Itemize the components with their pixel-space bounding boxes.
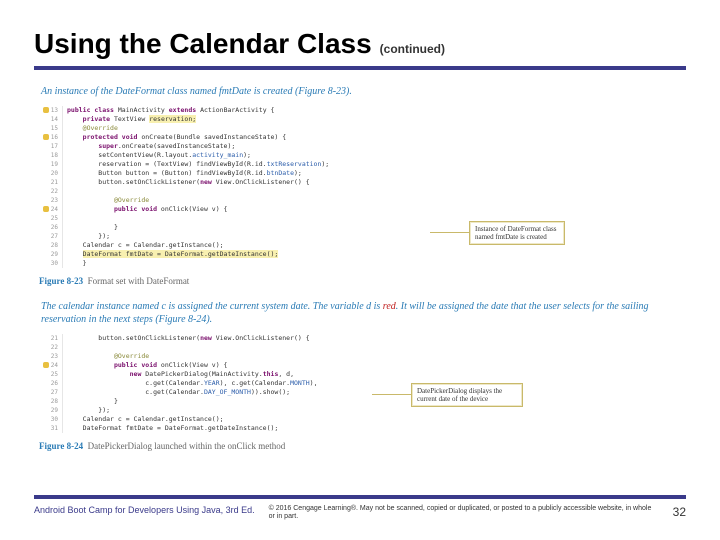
caption-1: An instance of the DateFormat class name… [35, 81, 685, 103]
caption-2-red: red [383, 301, 396, 312]
figure-number-1: Figure 8-23 [39, 276, 83, 286]
footer-copyright: © 2016 Cengage Learning®. May not be sca… [269, 505, 659, 523]
page-number: 32 [673, 505, 686, 519]
code-block-1: 131415161718192021222324252627282930 pub… [35, 103, 685, 271]
footer-book-title: Android Boot Camp for Developers Using J… [34, 505, 255, 515]
figure-number-2: Figure 8-24 [39, 441, 83, 451]
figure-label-2: Figure 8-24 DatePickerDialog launched wi… [35, 436, 685, 453]
callout-datepicker: DatePickerDialog displays the current da… [411, 383, 523, 408]
continued-label: (continued) [380, 42, 445, 56]
figure-label-1: Figure 8-23 Format set with DateFormat [35, 271, 685, 288]
figure-panel-1: An instance of the DateFormat class name… [34, 80, 686, 289]
footer-rule [34, 495, 686, 499]
slide-title: Using the Calendar Class [34, 28, 372, 60]
title-rule [34, 66, 686, 70]
figure-caption-1: Format set with DateFormat [88, 276, 190, 286]
figure-caption-2: DatePickerDialog launched within the onC… [88, 441, 286, 451]
code-block-2: 2122232425262728293031 button.setOnClick… [35, 331, 685, 436]
callout-dateformat: Instance of DateFormat class named fmtDa… [469, 221, 565, 246]
caption-2: The calendar instance named c is assigne… [35, 296, 685, 331]
figure-panel-2: The calendar instance named c is assigne… [34, 295, 686, 454]
caption-2a: The calendar instance named c is assigne… [41, 301, 380, 312]
